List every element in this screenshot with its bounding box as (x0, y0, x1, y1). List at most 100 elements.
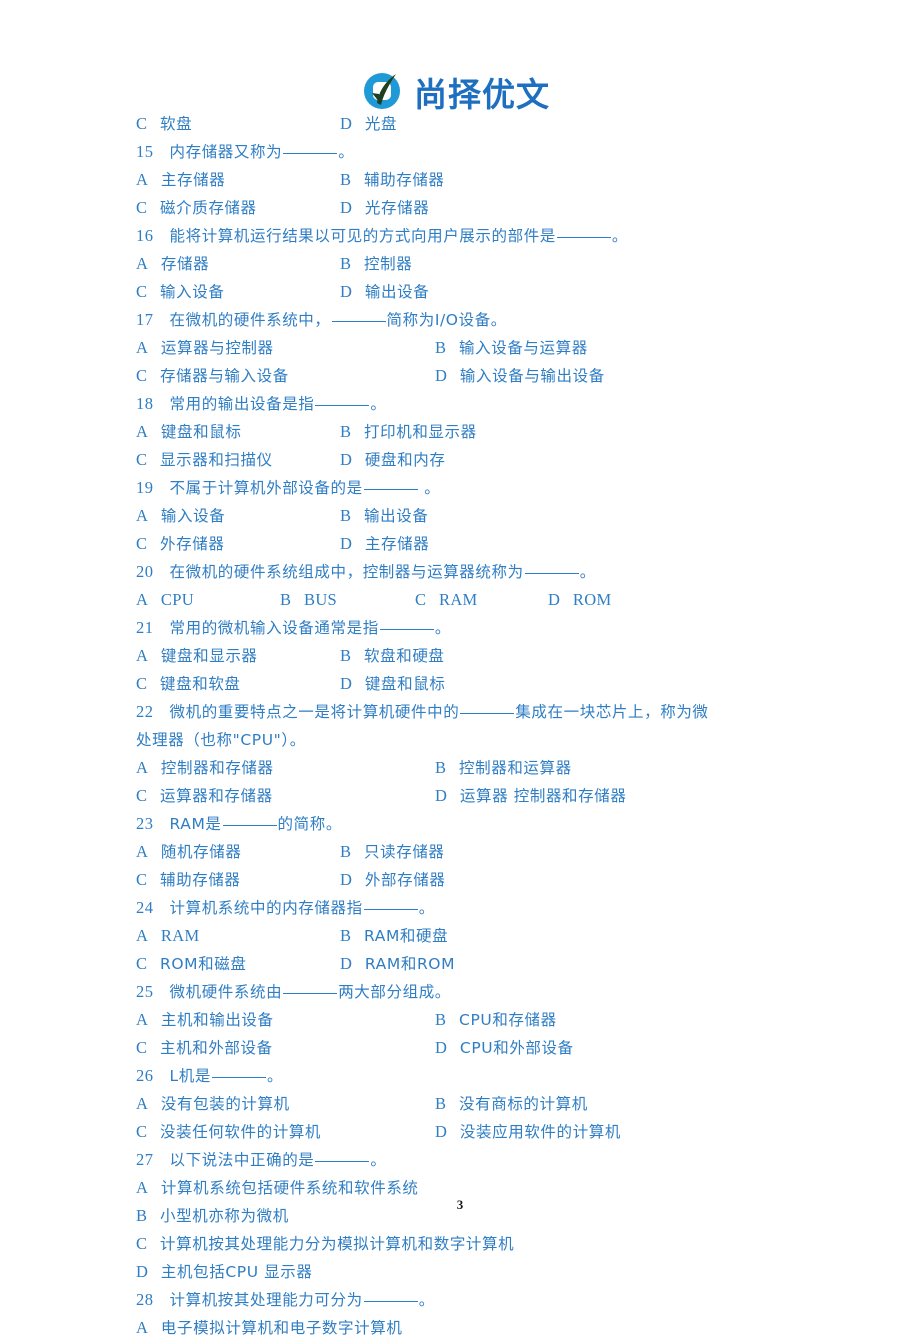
option-item[interactable]: A 随机存储器 (136, 838, 241, 866)
option-text: 输出设备 (364, 507, 429, 525)
answer-blank (460, 712, 515, 714)
option-item[interactable]: C 存储器与输入设备 (136, 362, 289, 390)
question-stem-line: 18 常用的输出设备是指 。 (136, 390, 387, 418)
option-item[interactable]: C 软盘 (136, 110, 192, 138)
option-item[interactable]: A 主机和输出设备 (136, 1006, 274, 1034)
option-text: 软盘 (160, 115, 193, 133)
option-text: 控制器和存储器 (160, 759, 274, 777)
question-text-after-blank: 的简称。 (277, 815, 342, 833)
question-text-before-blank: 常用的微机输入设备通常是指 (169, 619, 379, 637)
option-row: A 主机和输出设备 B CPU和存储器 (0, 1006, 920, 1034)
option-item[interactable]: D 硬盘和内存 (340, 446, 445, 474)
question-stem-line: 27 以下说法中正确的是 。 (136, 1146, 387, 1174)
option-item[interactable]: B 打印机和显示器 (340, 418, 477, 446)
option-item[interactable]: D 外部存储器 (340, 866, 445, 894)
question-stem: 15 内存储器又称为 。 (0, 138, 920, 166)
question-stem: 25 微机硬件系统由 两大部分组成。 (0, 978, 920, 1006)
question-stem-line: 23 RAM是 的简称。 (136, 810, 342, 838)
option-item[interactable]: C ROM和磁盘 (136, 950, 246, 978)
answer-blank (315, 1160, 370, 1162)
option-text: 控制器 (364, 255, 413, 273)
option-item[interactable]: D 键盘和鼠标 (340, 670, 445, 698)
option-text: 软盘和硬盘 (364, 647, 445, 665)
option-item[interactable]: D ROM (548, 586, 611, 614)
option-item[interactable]: B 控制器和运算器 (435, 754, 572, 782)
option-item[interactable]: A 键盘和鼠标 (136, 418, 241, 446)
option-row: A 控制器和存储器 B 控制器和运算器 (0, 754, 920, 782)
option-item[interactable]: B RAM和硬盘 (340, 922, 448, 950)
option-item[interactable]: C 辅助存储器 (136, 866, 241, 894)
option-item[interactable]: D RAM和ROM (340, 950, 455, 978)
option-text: 输入设备 (160, 283, 225, 301)
option-letter: A (136, 758, 148, 777)
option-item[interactable]: B 没有商标的计算机 (435, 1090, 588, 1118)
question-text-before-blank: 在微机的硬件系统组成中，控制器与运算器统称为 (169, 563, 524, 581)
question-number: 19 (136, 478, 154, 497)
question-text-after-blank: 。 (434, 619, 451, 637)
question-text-before-blank: 计算机系统中的内存储器指 (169, 899, 363, 917)
option-item[interactable]: A RAM (136, 922, 199, 950)
option-item[interactable]: A CPU (136, 586, 194, 614)
option-item[interactable]: C 外存储器 (136, 530, 224, 558)
option-item[interactable]: D 主机包括CPU 显示器 (136, 1258, 312, 1286)
option-letter: D (435, 1122, 447, 1141)
option-item[interactable]: D 运算器 控制器和存储器 (435, 782, 626, 810)
answer-blank (363, 908, 418, 910)
option-text: 运算器 控制器和存储器 (459, 787, 627, 805)
option-letter: D (136, 1262, 148, 1281)
option-letter: A (136, 1318, 148, 1337)
option-item[interactable]: A 电子模拟计算机和电子数字计算机 (136, 1314, 402, 1342)
option-item[interactable]: A 输入设备 (136, 502, 225, 530)
option-text: 没装应用软件的计算机 (459, 1123, 621, 1141)
option-row: C 外存储器 D 主存储器 (0, 530, 920, 558)
answer-blank (524, 572, 579, 574)
option-letter: C (415, 590, 427, 609)
option-row: A CPU B BUS C RAM D ROM (0, 586, 920, 614)
option-item[interactable]: D 主存储器 (340, 530, 429, 558)
option-text: BUS (304, 590, 338, 609)
option-item[interactable]: C 磁介质存储器 (136, 194, 257, 222)
option-item[interactable]: D 输出设备 (340, 278, 429, 306)
option-item[interactable]: D 输入设备与输出设备 (435, 362, 605, 390)
option-item[interactable]: A 没有包装的计算机 (136, 1090, 290, 1118)
option-item[interactable]: C RAM (415, 586, 478, 614)
answer-blank (283, 992, 338, 994)
question-text-after-blank: 。 (370, 1151, 387, 1169)
option-item[interactable]: C 没装任何软件的计算机 (136, 1118, 321, 1146)
option-item[interactable]: B 控制器 (340, 250, 412, 278)
option-item[interactable]: A 存储器 (136, 250, 209, 278)
option-letter: C (136, 114, 148, 133)
question-number: 28 (136, 1290, 154, 1309)
option-item[interactable]: C 计算机按其处理能力分为模拟计算机和数字计算机 (136, 1230, 514, 1258)
question-number: 17 (136, 310, 154, 329)
option-item[interactable]: A 运算器与控制器 (136, 334, 274, 362)
question-stem-line: 24 计算机系统中的内存储器指 。 (136, 894, 435, 922)
option-item[interactable]: B BUS (280, 586, 337, 614)
option-item[interactable]: A 键盘和显示器 (136, 642, 258, 670)
option-item[interactable]: C 运算器和存储器 (136, 782, 273, 810)
option-item[interactable]: A 控制器和存储器 (136, 754, 274, 782)
question-stem-line: 15 内存储器又称为 。 (136, 138, 354, 166)
option-item[interactable]: D CPU和外部设备 (435, 1034, 574, 1062)
option-item[interactable]: B 输入设备与运算器 (435, 334, 588, 362)
option-item[interactable]: C 输入设备 (136, 278, 224, 306)
option-item[interactable]: C 键盘和软盘 (136, 670, 241, 698)
option-item[interactable]: A 主存储器 (136, 166, 225, 194)
option-item[interactable]: B CPU和存储器 (435, 1006, 557, 1034)
option-letter: B (435, 1094, 447, 1113)
question-stem: 27 以下说法中正确的是 。 (0, 1146, 920, 1174)
option-text: 输出设备 (364, 283, 430, 301)
option-item[interactable]: B 输出设备 (340, 502, 428, 530)
option-item[interactable]: C 主机和外部设备 (136, 1034, 273, 1062)
question-stem: 20 在微机的硬件系统组成中，控制器与运算器统称为 。 (0, 558, 920, 586)
option-item[interactable]: B 软盘和硬盘 (340, 642, 445, 670)
option-item[interactable]: C 显示器和扫描仪 (136, 446, 273, 474)
option-letter: C (136, 366, 148, 385)
option-item[interactable]: B 辅助存储器 (340, 166, 445, 194)
option-text: 存储器 (160, 255, 210, 273)
option-item[interactable]: B 只读存储器 (340, 838, 445, 866)
option-item[interactable]: D 没装应用软件的计算机 (435, 1118, 621, 1146)
option-text: RAM (160, 926, 200, 945)
option-item[interactable]: D 光盘 (340, 110, 397, 138)
option-item[interactable]: D 光存储器 (340, 194, 429, 222)
